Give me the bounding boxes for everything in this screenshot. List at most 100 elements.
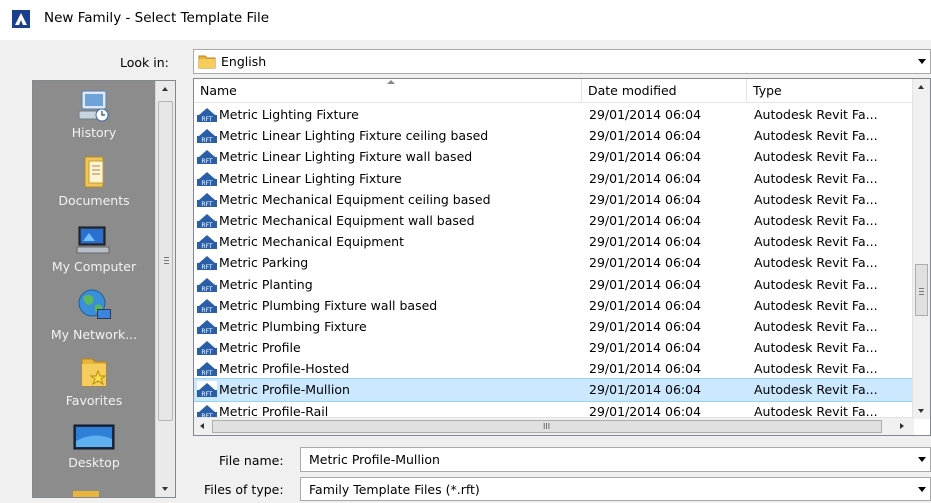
revit-app-icon — [12, 10, 30, 28]
my-computer-icon — [76, 226, 110, 254]
chevron-down-icon[interactable] — [918, 457, 926, 462]
look-in-label: Look in: — [120, 55, 169, 70]
file-row[interactable]: RFT Metric Mechanical Equipment wall base… — [194, 210, 912, 231]
file-name-cell: RFT Metric Profile-Mullion — [197, 379, 350, 400]
file-name-cell: RFT Metric Linear Lighting Fixture wall b… — [197, 146, 472, 167]
file-type-cell: Autodesk Revit Fa... — [754, 191, 878, 207]
place-documents[interactable]: Documents — [33, 155, 155, 208]
file-row[interactable]: RFT Metric Plumbing Fixture wall based 29/… — [194, 295, 912, 316]
place-desktop[interactable]: Desktop — [33, 421, 155, 470]
column-header-date[interactable]: Date modified — [582, 79, 747, 103]
svg-text:RFT: RFT — [201, 137, 213, 143]
file-type-cell: Autodesk Revit Fa... — [754, 234, 878, 250]
column-header-type[interactable]: Type — [747, 79, 912, 103]
places-bar: History Documents My Computer My Network… — [32, 80, 176, 498]
file-list-vscroll-thumb[interactable] — [915, 264, 928, 316]
file-name-input[interactable]: Metric Profile-Mullion — [300, 447, 931, 472]
svg-text:RFT: RFT — [201, 264, 213, 270]
look-in-dropdown[interactable]: English — [193, 49, 931, 74]
file-type-cell: Autodesk Revit Fa... — [754, 318, 878, 334]
folder-icon — [198, 55, 216, 69]
file-name-cell: RFT Metric Lighting Fixture — [197, 104, 359, 125]
file-row[interactable]: RFT Metric Profile 29/01/2014 06:04 Autodes… — [194, 337, 912, 358]
scroll-down-icon[interactable] — [918, 409, 924, 413]
file-row[interactable]: RFT Metric Profile-Mullion 29/01/2014 06:0… — [194, 378, 912, 402]
column-header: Name Date modified Type — [194, 79, 912, 103]
scroll-up-icon[interactable] — [918, 85, 924, 89]
file-row[interactable]: RFT Metric Plumbing Fixture 29/01/2014 06:… — [194, 316, 912, 337]
file-type-cell: Autodesk Revit Fa... — [754, 382, 878, 398]
column-header-name[interactable]: Name — [194, 79, 582, 103]
chevron-down-icon[interactable] — [918, 487, 926, 492]
svg-text:RFT: RFT — [201, 180, 213, 186]
places-scroll-thumb[interactable] — [158, 101, 173, 421]
place-label: My Network... — [50, 327, 138, 342]
scroll-left-icon[interactable] — [200, 423, 204, 429]
place-label: Documents — [58, 193, 130, 208]
file-row[interactable]: RFT Metric Profile-Hosted 29/01/2014 06:04… — [194, 358, 912, 379]
svg-text:RFT: RFT — [201, 116, 213, 122]
rft-file-icon: RFT — [197, 127, 217, 144]
file-row[interactable]: RFT Metric Linear Lighting Fixture ceilin… — [194, 125, 912, 146]
documents-icon — [84, 156, 104, 188]
file-row[interactable]: RFT Metric Linear Lighting Fixture 29/01/2… — [194, 168, 912, 189]
places-scrollbar[interactable] — [155, 81, 175, 497]
file-date-cell: 29/01/2014 06:04 — [589, 361, 702, 377]
file-name-cell: RFT Metric Parking — [197, 252, 308, 273]
desktop-icon — [73, 424, 115, 450]
file-name-cell: RFT Metric Linear Lighting Fixture — [197, 168, 402, 189]
file-list-hscrollbar[interactable]: III — [194, 417, 914, 435]
file-name-label: File name: — [219, 453, 284, 468]
file-list-vscrollbar[interactable] — [912, 79, 930, 419]
file-date-cell: 29/01/2014 06:04 — [589, 128, 702, 144]
file-row[interactable]: RFT Metric Profile-Rail 29/01/2014 06:04 Au… — [194, 401, 912, 417]
scroll-up-icon[interactable] — [162, 87, 168, 91]
file-row[interactable]: RFT Metric Lighting Fixture 29/01/2014 06:… — [194, 104, 912, 125]
look-in-value: English — [221, 54, 267, 69]
place-favorites[interactable]: Favorites — [33, 353, 155, 408]
file-row[interactable]: RFT Metric Mechanical Equipment ceiling b… — [194, 189, 912, 210]
file-type-label: Files of type: — [204, 482, 284, 497]
svg-text:RFT: RFT — [201, 286, 213, 292]
file-date-cell: 29/01/2014 06:04 — [589, 297, 702, 313]
rft-file-icon: RFT — [197, 211, 217, 228]
place-history[interactable]: History — [33, 87, 155, 140]
file-type-cell: Autodesk Revit Fa... — [754, 149, 878, 165]
scroll-right-icon[interactable] — [900, 423, 904, 429]
file-row[interactable]: RFT Metric Mechanical Equipment 29/01/2014… — [194, 231, 912, 252]
file-list-hscroll-thumb[interactable]: III — [212, 420, 882, 433]
rft-file-icon: RFT — [197, 360, 217, 377]
svg-text:RFT: RFT — [201, 349, 213, 355]
file-name-cell: RFT Metric Planting — [197, 274, 313, 295]
file-name-cell: RFT Metric Mechanical Equipment — [197, 231, 404, 252]
place-my-network[interactable]: My Network... — [33, 287, 155, 342]
place-my-computer[interactable]: My Computer — [33, 221, 155, 274]
svg-text:RFT: RFT — [201, 307, 213, 313]
file-type-dropdown[interactable]: Family Template Files (*.rft) — [300, 477, 931, 501]
file-date-cell: 29/01/2014 06:04 — [589, 191, 702, 207]
title-bar: New Family - Select Template File — [0, 0, 931, 40]
file-name-cell: RFT Metric Linear Lighting Fixture ceilin… — [197, 125, 488, 146]
rft-file-icon: RFT — [197, 190, 217, 207]
folder-icon — [73, 491, 99, 497]
file-type-cell: Autodesk Revit Fa... — [754, 361, 878, 377]
file-name-cell: RFT Metric Plumbing Fixture wall based — [197, 295, 437, 316]
file-type-cell: Autodesk Revit Fa... — [754, 403, 878, 417]
window-title: New Family - Select Template File — [44, 10, 270, 26]
rft-file-icon: RFT — [197, 339, 217, 356]
file-row[interactable]: RFT Metric Linear Lighting Fixture wall b… — [194, 146, 912, 167]
svg-text:RFT: RFT — [201, 158, 213, 164]
rft-file-icon: RFT — [197, 317, 217, 334]
file-date-cell: 29/01/2014 06:04 — [589, 234, 702, 250]
favorites-icon — [81, 358, 107, 387]
file-date-cell: 29/01/2014 06:04 — [589, 382, 702, 398]
svg-text:RFT: RFT — [201, 222, 213, 228]
place-label: History — [71, 125, 117, 140]
rft-file-icon: RFT — [197, 402, 217, 417]
file-row[interactable]: RFT Metric Parking 29/01/2014 06:04 Autodes… — [194, 252, 912, 273]
scroll-down-icon[interactable] — [162, 487, 168, 491]
chevron-down-icon[interactable] — [918, 59, 926, 64]
place-partial — [69, 485, 105, 497]
file-name-cell: RFT Metric Mechanical Equipment wall base… — [197, 210, 475, 231]
file-row[interactable]: RFT Metric Planting 29/01/2014 06:04 Autode… — [194, 274, 912, 295]
